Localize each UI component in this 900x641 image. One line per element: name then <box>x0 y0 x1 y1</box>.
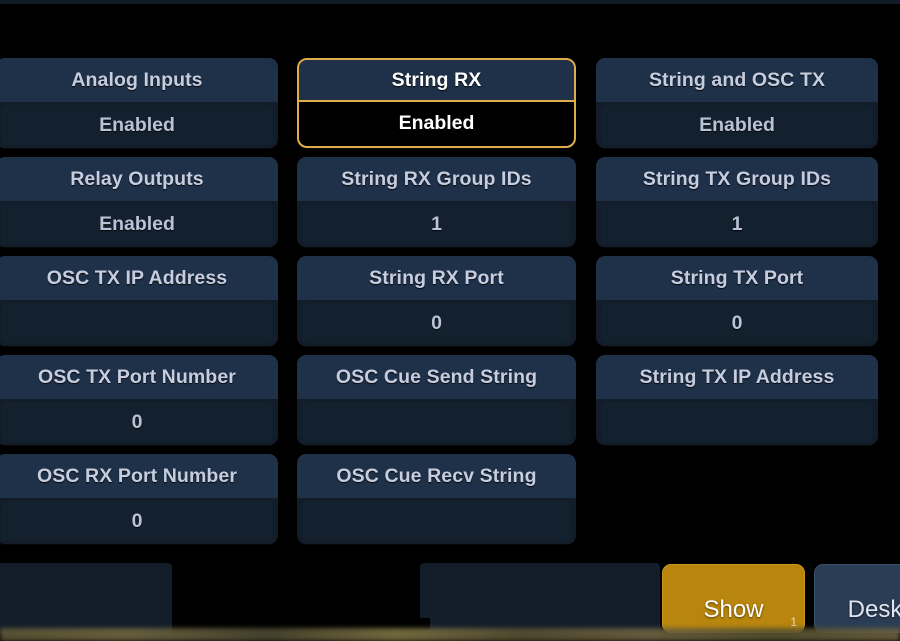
cell-value-chip: Enabled <box>304 103 569 143</box>
cell-value-chip: 1 <box>601 204 873 244</box>
cell-header: OSC Cue Recv String <box>297 454 576 498</box>
show-button[interactable]: Show 1 <box>662 564 805 633</box>
cell-value-chip: Enabled <box>601 105 873 145</box>
cell-header: Relay Outputs <box>0 157 278 201</box>
cell-header: String RX Port <box>297 256 576 300</box>
parameter-cell-string-tx-ip-address[interactable]: String TX IP Address <box>596 355 878 445</box>
parameter-cell-osc-rx-port-number[interactable]: OSC RX Port Number 0 <box>0 454 278 544</box>
parameter-cell-string-tx-group-ids[interactable]: String TX Group IDs 1 <box>596 157 878 247</box>
cell-value[interactable]: Enabled <box>299 102 574 144</box>
cell-value[interactable]: Enabled <box>0 102 278 148</box>
cell-header: String RX Group IDs <box>297 157 576 201</box>
cell-label: String and OSC TX <box>648 68 826 91</box>
cell-header: Analog Inputs <box>0 58 278 102</box>
parameter-cell-osc-cue-send-string[interactable]: OSC Cue Send String <box>297 355 576 445</box>
parameter-cell-osc-tx-ip-address[interactable]: OSC TX IP Address <box>0 256 278 346</box>
cell-value-chip: 0 <box>302 303 571 343</box>
bottom-panel-middle[interactable] <box>420 563 660 634</box>
cell-value[interactable] <box>0 300 278 346</box>
cell-value[interactable]: 1 <box>596 201 878 247</box>
cell-value[interactable]: 0 <box>0 399 278 445</box>
cell-label: OSC RX Port Number <box>36 464 238 487</box>
parameter-cell-string-tx-port[interactable]: String TX Port 0 <box>596 256 878 346</box>
cell-header: String TX IP Address <box>596 355 878 399</box>
cell-header: OSC TX Port Number <box>0 355 278 399</box>
cell-label: String RX <box>391 68 482 91</box>
cell-value-chip: 0 <box>1 402 273 442</box>
desk-button-label: Desk <box>847 596 900 623</box>
cell-value[interactable]: 0 <box>0 498 278 544</box>
bottom-bezel-blur <box>0 628 900 641</box>
settings-screen: Analog Inputs Enabled Relay Outputs Enab… <box>0 0 900 641</box>
cell-value[interactable] <box>596 399 878 445</box>
cell-value-text: Enabled <box>699 113 775 136</box>
cell-value-text: 0 <box>131 410 143 433</box>
cell-value-chip: Enabled <box>1 105 273 145</box>
cell-value-text: 1 <box>731 212 743 235</box>
cell-value[interactable]: 0 <box>596 300 878 346</box>
cell-header: String TX Port <box>596 256 878 300</box>
cell-label: String TX IP Address <box>639 365 835 388</box>
cell-value-text: 1 <box>431 212 442 235</box>
cell-header: String RX <box>299 60 574 102</box>
parameter-cell-string-rx-port[interactable]: String RX Port 0 <box>297 256 576 346</box>
parameter-cell-string-rx-group-ids[interactable]: String RX Group IDs 1 <box>297 157 576 247</box>
cell-value-chip: 0 <box>601 303 873 343</box>
cell-label: String TX Port <box>670 266 804 289</box>
cell-value-text: 0 <box>131 509 143 532</box>
cell-value[interactable]: Enabled <box>0 201 278 247</box>
cell-value-chip <box>1 303 273 343</box>
cell-value-chip <box>302 501 571 541</box>
parameter-cell-relay-outputs[interactable]: Relay Outputs Enabled <box>0 157 278 247</box>
cell-value-text: 0 <box>431 311 442 334</box>
parameter-cell-string-rx[interactable]: String RX Enabled <box>297 58 576 148</box>
parameter-column-1: Analog Inputs Enabled Relay Outputs Enab… <box>0 58 278 553</box>
cell-label: String RX Port <box>369 266 504 289</box>
cell-value-chip: 1 <box>302 204 571 244</box>
parameter-grid: Analog Inputs Enabled Relay Outputs Enab… <box>0 58 900 553</box>
cell-label: OSC TX Port Number <box>38 365 236 388</box>
desk-button[interactable]: Desk <box>814 564 900 633</box>
bottom-panel-left[interactable] <box>0 563 172 634</box>
cell-label: String RX Group IDs <box>341 167 532 190</box>
cell-value-chip <box>601 402 873 442</box>
top-edge-strip <box>0 0 900 4</box>
cell-label: Relay Outputs <box>70 167 204 190</box>
parameter-cell-osc-tx-port-number[interactable]: OSC TX Port Number 0 <box>0 355 278 445</box>
cell-header: OSC TX IP Address <box>0 256 278 300</box>
parameter-cell-osc-cue-recv-string[interactable]: OSC Cue Recv String <box>297 454 576 544</box>
cell-label: String TX Group IDs <box>642 167 832 190</box>
cell-value-chip: 0 <box>1 501 273 541</box>
cell-header: String and OSC TX <box>596 58 878 102</box>
cell-value[interactable]: 1 <box>297 201 576 247</box>
cell-value[interactable] <box>297 399 576 445</box>
cell-value-text: Enabled <box>99 113 175 136</box>
cell-value[interactable]: 0 <box>297 300 576 346</box>
parameter-cell-string-and-osc-tx[interactable]: String and OSC TX Enabled <box>596 58 878 148</box>
cell-value-chip <box>302 402 571 442</box>
show-button-label: Show <box>703 596 764 623</box>
cell-header: String TX Group IDs <box>596 157 878 201</box>
cell-header: OSC Cue Send String <box>297 355 576 399</box>
parameter-cell-analog-inputs[interactable]: Analog Inputs Enabled <box>0 58 278 148</box>
cell-label: OSC Cue Send String <box>335 365 538 388</box>
cell-value-chip: Enabled <box>1 204 273 244</box>
show-button-badge: 1 <box>790 615 797 629</box>
cell-value-text: Enabled <box>99 212 175 235</box>
cell-label: OSC TX IP Address <box>46 266 228 289</box>
cell-label: Analog Inputs <box>71 68 203 91</box>
cell-value-text: 0 <box>731 311 743 334</box>
cell-label: OSC Cue Recv String <box>336 464 537 487</box>
cell-value-text: Enabled <box>398 111 475 134</box>
cell-value[interactable]: Enabled <box>596 102 878 148</box>
parameter-column-3: String and OSC TX Enabled String TX Grou… <box>596 58 878 553</box>
parameter-column-2: String RX Enabled String RX Group IDs 1 <box>297 58 576 553</box>
cell-header: OSC RX Port Number <box>0 454 278 498</box>
cell-value[interactable] <box>297 498 576 544</box>
